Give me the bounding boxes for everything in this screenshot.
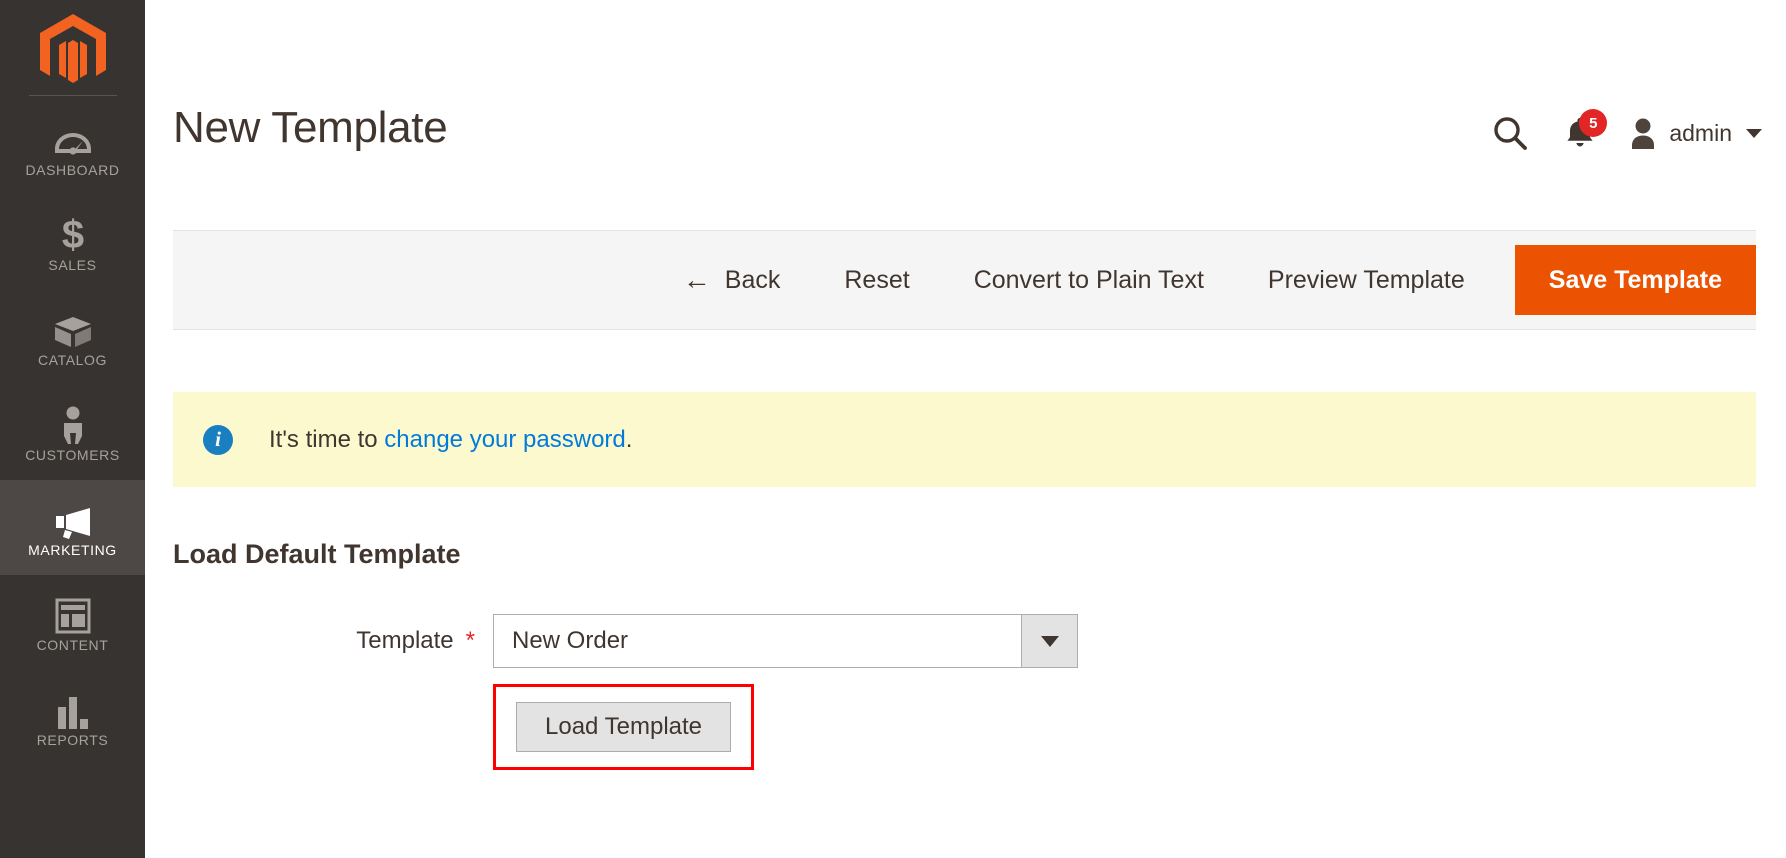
sidebar-item-label: DASHBOARD: [25, 161, 120, 178]
box-icon: [53, 309, 93, 349]
sidebar-item-label: SALES: [48, 256, 97, 273]
svg-text:$: $: [61, 214, 83, 254]
megaphone-icon: [52, 499, 94, 539]
notifications-button[interactable]: 5: [1541, 107, 1619, 159]
magento-logo[interactable]: [0, 0, 145, 95]
info-icon: i: [203, 424, 233, 455]
load-template-button[interactable]: Load Template: [516, 702, 732, 752]
main-content: New Template 5 admin ← Back Reset Conver…: [145, 0, 1786, 858]
change-password-link[interactable]: change your password: [384, 426, 625, 453]
sidebar-item-marketing[interactable]: MARKETING: [0, 480, 145, 575]
search-icon[interactable]: [1479, 107, 1541, 159]
sidebar-item-customers[interactable]: CUSTOMERS: [0, 385, 145, 480]
sidebar-item-label: MARKETING: [28, 541, 117, 558]
admin-page: DASHBOARD $ SALES CATALOG CUSTOMERS MARK…: [0, 0, 1786, 858]
notification-count-badge: 5: [1579, 109, 1608, 137]
back-button[interactable]: ← Back: [651, 231, 813, 329]
sidebar-item-content[interactable]: CONTENT: [0, 575, 145, 670]
sidebar-item-dashboard[interactable]: DASHBOARD: [0, 100, 145, 195]
notice-text-before: It's time to: [269, 425, 385, 453]
arrow-left-icon: ←: [682, 264, 711, 295]
page-header: New Template 5 admin: [145, 0, 1786, 230]
admin-user-label: admin: [1669, 119, 1732, 146]
template-label-text: Template: [356, 627, 454, 654]
sidebar-item-label: CATALOG: [37, 351, 108, 368]
sidebar-item-reports[interactable]: REPORTS: [0, 670, 145, 765]
dollar-icon: $: [58, 214, 88, 254]
sidebar-item-label: REPORTS: [36, 731, 109, 748]
sidebar-item-label: CUSTOMERS: [25, 446, 120, 463]
admin-user-menu[interactable]: admin: [1619, 116, 1762, 150]
reset-button[interactable]: Reset: [812, 231, 941, 329]
template-field-label: Template *: [173, 627, 493, 655]
notice-text-after: .: [625, 425, 633, 453]
password-notice-banner: i It's time to change your password.: [173, 392, 1756, 487]
sidebar-item-sales[interactable]: $ SALES: [0, 195, 145, 290]
dropdown-arrow-button[interactable]: [1021, 615, 1077, 667]
chevron-down-icon: [1040, 635, 1059, 647]
convert-to-plain-text-button[interactable]: Convert to Plain Text: [942, 231, 1236, 329]
page-title: New Template: [173, 103, 448, 152]
template-field-row: Template * New Order: [145, 614, 1786, 668]
required-asterisk: *: [465, 627, 475, 654]
chevron-down-icon: [1746, 128, 1762, 138]
template-select-value: New Order: [512, 627, 629, 654]
sidebar-divider: [28, 95, 117, 96]
highlight-annotation-box: Load Template: [493, 684, 755, 770]
user-avatar-icon: [1632, 118, 1655, 149]
load-template-row: Load Template: [145, 684, 1786, 770]
sidebar-item-label: CONTENT: [36, 636, 109, 653]
page-actions-toolbar: ← Back Reset Convert to Plain Text Previ…: [173, 230, 1756, 330]
layout-icon: [55, 594, 91, 634]
person-icon: [59, 404, 87, 444]
bar-chart-icon: [55, 689, 91, 729]
section-title-load-default-template: Load Default Template: [173, 539, 461, 569]
notice-message: It's time to change your password.: [269, 426, 632, 454]
header-tools: 5 admin: [1479, 107, 1762, 159]
back-button-label: Back: [724, 265, 781, 294]
sidebar-item-catalog[interactable]: CATALOG: [0, 290, 145, 385]
preview-template-button[interactable]: Preview Template: [1236, 231, 1497, 329]
main-sidebar: DASHBOARD $ SALES CATALOG CUSTOMERS MARK…: [0, 0, 145, 858]
save-template-button[interactable]: Save Template: [1514, 245, 1756, 315]
dashboard-icon: [53, 119, 93, 159]
template-select[interactable]: New Order: [493, 614, 1078, 668]
